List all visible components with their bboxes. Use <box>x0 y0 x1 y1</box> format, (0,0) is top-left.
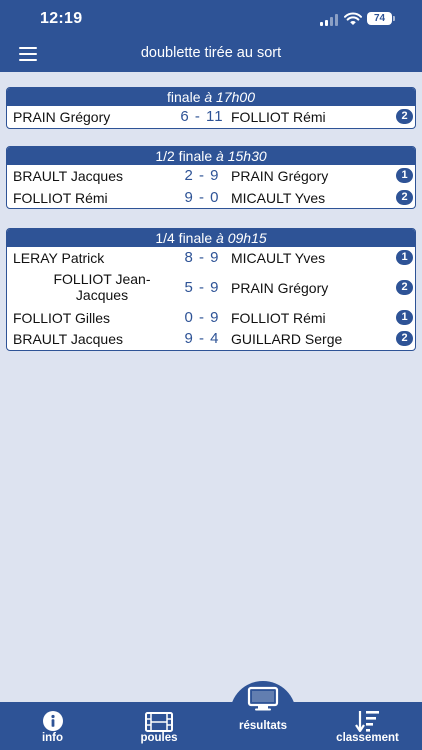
match-row[interactable]: LERAY Patrick 8 - 9 MICAULT Yves 1 <box>7 247 415 269</box>
team-left: BRAULT Jacques <box>13 331 123 347</box>
info-icon <box>42 711 63 731</box>
team-left: FOLLIOT Rémi <box>13 189 108 206</box>
team-right: FOLLIOT Rémi <box>231 309 326 326</box>
tab-label: info <box>41 732 64 744</box>
match-row[interactable]: FOLLIOT Gilles 0 - 9 FOLLIOT Rémi 1 <box>7 307 415 329</box>
match-score: 2 - 9 <box>184 167 220 184</box>
cellular-signal-icon <box>320 14 340 26</box>
tab-resultats[interactable]: résultats <box>213 686 313 750</box>
team-left: LERAY Patrick <box>13 250 105 266</box>
terrain-badge: 2 <box>396 279 413 295</box>
section-quarter-final: 1/4 finale à 09h15 LERAY Patrick 8 - 9 M… <box>6 228 416 351</box>
team-left: BRAULT Jacques <box>13 168 123 184</box>
tab-poules[interactable]: poules <box>105 702 213 750</box>
match-score: 5 - 9 <box>184 278 220 296</box>
terrain-badge: 1 <box>396 168 413 183</box>
battery-tip <box>393 16 395 21</box>
match-row[interactable]: FOLLIOT Rémi 9 - 0 MICAULT Yves 2 <box>7 187 415 209</box>
team-right: PRAIN Grégory <box>231 279 329 296</box>
section-title: 1/2 finale <box>155 148 213 164</box>
tab-label: résultats <box>239 720 287 732</box>
match-row[interactable]: FOLLIOT Jean-Jacques 5 - 9 PRAIN Grégory… <box>7 269 415 307</box>
tab-label: poules <box>140 732 178 744</box>
match-score: 6 - 11 <box>180 108 224 125</box>
team-right: FOLLIOT Rémi <box>231 109 326 125</box>
terrain-badge: 2 <box>396 189 413 205</box>
section-header: 1/2 finale à 15h30 <box>7 147 415 165</box>
match-row[interactable]: BRAULT Jacques 2 - 9 PRAIN Grégory 1 <box>7 165 415 187</box>
match-score: 8 - 9 <box>184 249 220 266</box>
tab-label: classement <box>336 732 399 744</box>
section-header: 1/4 finale à 09h15 <box>7 229 415 247</box>
section-time: à 15h30 <box>216 148 267 164</box>
section-header: finale à 17h00 <box>7 88 415 106</box>
team-left: FOLLIOT Gilles <box>13 309 110 326</box>
match-row[interactable]: BRAULT Jacques 9 - 4 GUILLARD Serge 2 <box>7 328 415 350</box>
section-finale: finale à 17h00 PRAIN Grégory 6 - 11 FOLL… <box>6 87 416 129</box>
terrain-badge: 2 <box>396 109 413 124</box>
match-row[interactable]: PRAIN Grégory 6 - 11 FOLLIOT Rémi 2 <box>7 106 415 128</box>
page-title: doublette tirée au sort <box>140 45 282 61</box>
sort-icon <box>354 711 379 732</box>
section-title: finale <box>167 89 201 105</box>
status-time: 12:19 <box>40 10 83 27</box>
monitor-icon <box>247 686 279 711</box>
section-semi-final: 1/2 finale à 15h30 BRAULT Jacques 2 - 9 … <box>6 146 416 209</box>
team-right: MICAULT Yves <box>231 189 326 206</box>
wifi-icon <box>344 12 362 25</box>
status-bar: 12:19 74 <box>0 0 422 38</box>
terrain-badge: 1 <box>396 309 413 325</box>
hamburger-menu-icon[interactable] <box>19 47 37 61</box>
film-icon <box>145 712 173 732</box>
match-score: 9 - 4 <box>184 330 220 347</box>
match-score: 9 - 0 <box>184 188 220 206</box>
terrain-badge: 1 <box>396 250 413 265</box>
tab-classement[interactable]: classement <box>313 702 422 750</box>
team-left: FOLLIOT Jean-Jacques <box>53 270 151 303</box>
section-time: à 09h15 <box>216 230 267 246</box>
section-time: à 17h00 <box>204 89 255 105</box>
team-right: PRAIN Grégory <box>231 168 329 184</box>
match-score: 0 - 9 <box>184 308 220 326</box>
team-right: MICAULT Yves <box>231 250 326 266</box>
battery-icon: 74 <box>367 12 392 25</box>
section-title: 1/4 finale <box>155 230 213 246</box>
team-right: GUILLARD Serge <box>231 331 343 347</box>
terrain-badge: 2 <box>396 331 413 346</box>
app-header: 12:19 74 doublette tirée au sort <box>0 0 422 72</box>
team-left: PRAIN Grégory <box>13 109 111 125</box>
tab-info[interactable]: info <box>0 702 105 750</box>
